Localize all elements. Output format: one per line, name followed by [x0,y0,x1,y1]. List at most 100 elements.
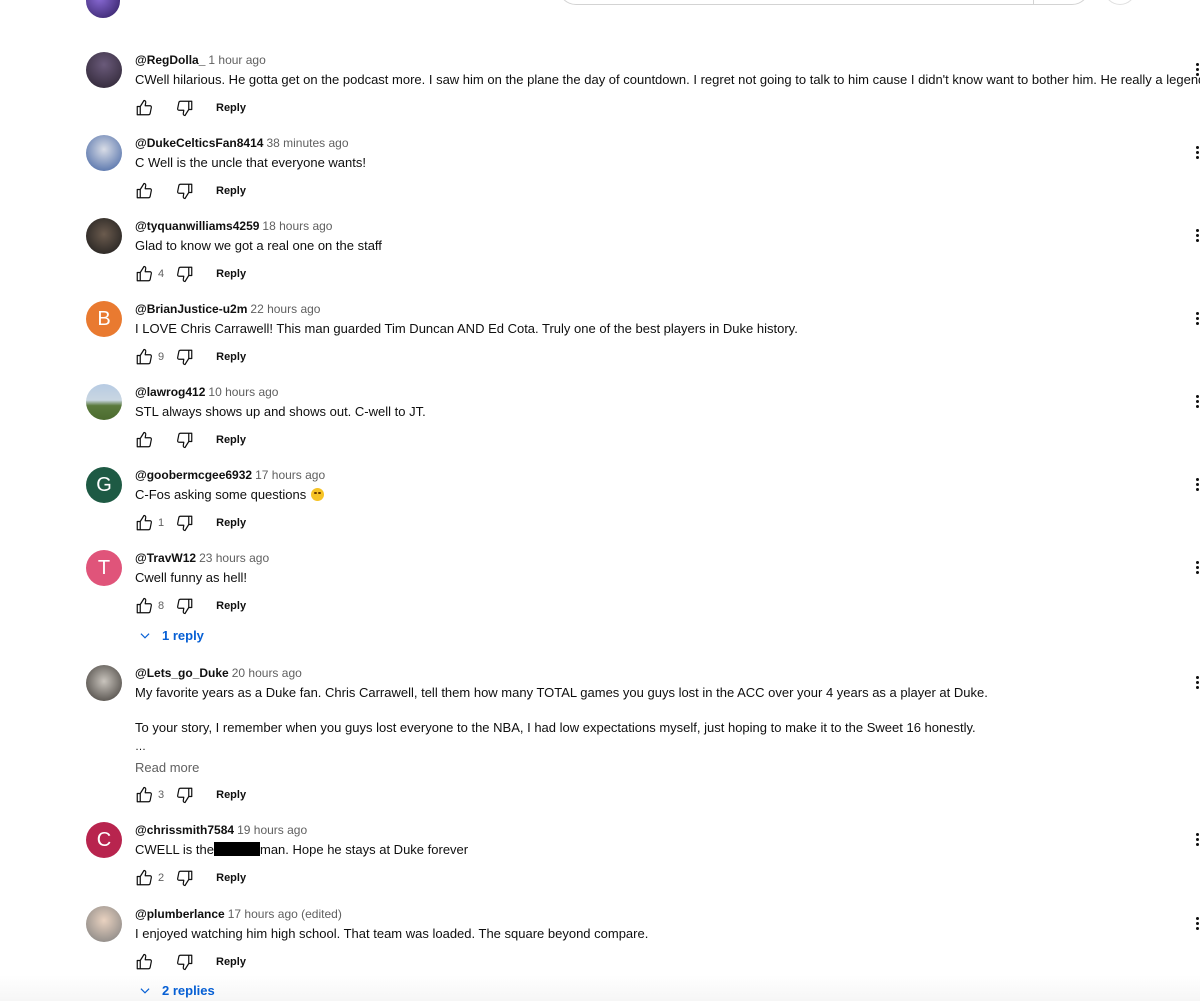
comment-time[interactable]: 17 hours ago (edited) [228,907,342,921]
avatar[interactable]: G [86,467,122,503]
comment-author[interactable]: @TravW12 [135,551,196,565]
dislike-button[interactable] [176,869,194,887]
reply-button[interactable]: Reply [216,956,246,968]
comment-time[interactable]: 38 minutes ago [266,136,348,150]
replies-count-label: 2 replies [162,983,215,998]
more-options-icon[interactable] [1194,560,1200,576]
comment-time[interactable]: 19 hours ago [237,823,307,837]
reply-button[interactable]: Reply [216,517,246,529]
reply-button[interactable]: Reply [216,789,246,801]
more-options-icon[interactable] [1194,394,1200,410]
comment-time[interactable]: 18 hours ago [262,219,332,233]
comment-time[interactable]: 22 hours ago [250,302,320,316]
comment-author[interactable]: @lawrog412 [135,385,205,399]
avatar[interactable] [86,218,122,254]
reply-button[interactable]: Reply [216,268,246,280]
view-replies-button[interactable]: 1 reply [138,628,204,643]
comment-author[interactable]: @plumberlance [135,907,225,921]
comment-time[interactable]: 1 hour ago [208,53,265,67]
dislike-button[interactable] [176,953,194,971]
avatar[interactable]: B [86,301,122,337]
comment-text: STL always shows up and shows out. C-wel… [135,404,426,419]
comment-time[interactable]: 17 hours ago [255,468,325,482]
avatar[interactable] [86,52,122,88]
comment-author[interactable]: @DukeCelticsFan8414 [135,136,263,150]
like-button[interactable]: 2 [135,869,164,887]
more-options-icon[interactable] [1194,477,1200,493]
like-button[interactable] [135,99,164,117]
avatar[interactable]: T [86,550,122,586]
like-count: 3 [158,789,165,801]
comment-author[interactable]: @Lets_go_Duke [135,666,229,680]
thumbs-down-icon [177,870,193,887]
comment-author[interactable]: @RegDolla_ [135,53,205,67]
avatar[interactable] [86,135,122,171]
thumbs-down-icon [177,432,193,449]
comment-actions: 3 Reply [135,786,246,804]
dislike-button[interactable] [176,597,194,615]
avatar[interactable]: C [86,822,122,858]
comment-text-content: C-Fos asking some questions [135,487,307,502]
like-button[interactable]: 1 [135,514,164,532]
thumbs-up-icon [136,182,152,199]
comment-text: C-Fos asking some questions [135,486,1160,504]
more-options-icon[interactable] [1194,228,1200,244]
reply-button[interactable]: Reply [216,351,246,363]
avatar[interactable] [86,384,122,420]
avatar-initial: B [97,307,111,330]
comment-text: Cwell funny as hell! [135,570,247,585]
like-button[interactable]: 3 [135,786,164,804]
thumbs-up-icon [136,431,152,448]
comment-text-start: CWELL is the [135,842,214,857]
more-options-icon[interactable] [1194,311,1200,327]
comment-author[interactable]: @tyquanwilliams4259 [135,219,259,233]
replies-count-label: 1 reply [162,628,204,643]
thumbs-down-icon [177,266,193,283]
dislike-button[interactable] [176,348,194,366]
comment-time[interactable]: 20 hours ago [232,666,302,680]
dislike-button[interactable] [176,265,194,283]
more-options-icon[interactable] [1194,675,1200,691]
comment-input-box[interactable] [558,0,1090,5]
thumbs-up-icon [136,953,152,970]
comment-text-end: man. Hope he stays at Duke forever [260,842,469,857]
comment-time[interactable]: 23 hours ago [199,551,269,565]
dislike-button[interactable] [176,431,194,449]
dislike-button[interactable] [176,99,194,117]
comment-author[interactable]: @chrissmith7584 [135,823,234,837]
thumbs-down-icon [177,787,193,804]
more-options-icon[interactable] [1194,62,1200,78]
comment-author[interactable]: @goobermcgee6932 [135,468,252,482]
reply-button[interactable]: Reply [216,185,246,197]
like-button[interactable]: 4 [135,265,164,283]
reply-button[interactable]: Reply [216,872,246,884]
current-user-avatar [86,0,120,18]
top-action-button[interactable] [1104,0,1136,5]
reply-button[interactable]: Reply [216,434,246,446]
reply-button[interactable]: Reply [216,600,246,612]
more-options-icon[interactable] [1194,832,1200,848]
comment-text: CWELL is the man. Hope he stays at Duke f… [135,841,1160,859]
more-options-icon[interactable] [1194,145,1200,161]
dislike-button[interactable] [176,786,194,804]
reply-button[interactable]: Reply [216,102,246,114]
like-count: 2 [158,872,165,884]
comment-text-paragraph-2: To your story, I remember when you guys … [135,720,976,735]
like-button[interactable] [135,182,164,200]
read-more-button[interactable]: Read more [135,760,199,775]
like-button[interactable]: 9 [135,348,164,366]
more-options-icon[interactable] [1194,916,1200,932]
comment-author[interactable]: @BrianJustice-u2m [135,302,247,316]
dislike-button[interactable] [176,514,194,532]
comment-time[interactable]: 10 hours ago [208,385,278,399]
like-button[interactable] [135,953,164,971]
like-count: 4 [158,268,165,280]
view-replies-button[interactable]: 2 replies [138,983,215,998]
avatar[interactable] [86,665,122,701]
like-button[interactable]: 8 [135,597,164,615]
like-button[interactable] [135,431,164,449]
redaction-block [214,842,260,856]
comment-actions: 2 Reply [135,869,246,887]
avatar[interactable] [86,906,122,942]
dislike-button[interactable] [176,182,194,200]
